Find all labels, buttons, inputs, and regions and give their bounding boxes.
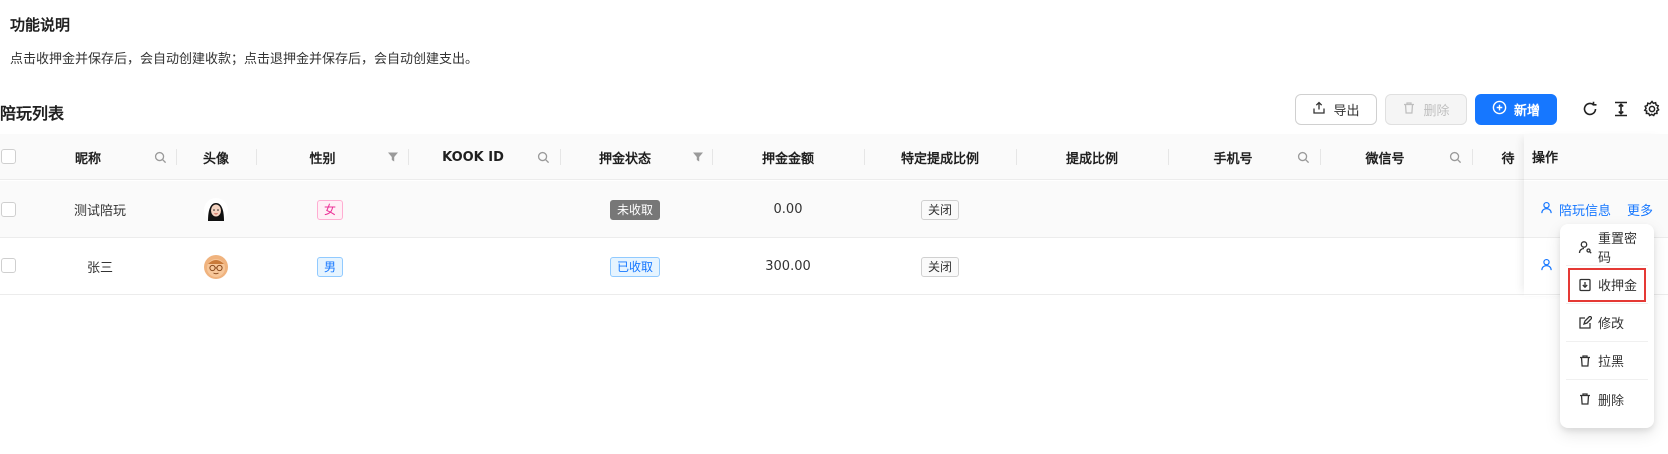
gender-tag: 女 — [316, 199, 343, 220]
gender-cell: 男 — [260, 238, 400, 295]
list-title: 陪玩列表 — [0, 104, 65, 123]
delete-button[interactable]: 删除 — [1385, 94, 1467, 125]
special-ratio-tag: 关闭 — [920, 199, 959, 220]
table-row: 测试陪玩 女 未收取 0.00 关闭 — [0, 181, 1668, 238]
column-special-ratio: 特定提成比例 — [900, 151, 979, 167]
table-row: 张三 男 已收取 300.00 关闭 — [0, 238, 1668, 295]
table-header: 昵称 头像 性别 KOOK ID 押金状态 押金金额 特定提成比例 提成比例 手… — [0, 134, 1668, 180]
gender-tag: 男 — [316, 256, 343, 277]
nickname-cell: 测试陪玩 — [73, 204, 126, 219]
search-icon[interactable] — [1295, 149, 1311, 165]
menu-item-blacklist[interactable]: 拉黑 — [1566, 342, 1648, 380]
column-kook-id: KOOK ID — [442, 149, 504, 165]
delete-label: 删除 — [1423, 104, 1450, 119]
filter-icon[interactable] — [690, 149, 706, 165]
user-icon — [1540, 201, 1553, 218]
export-button[interactable]: 导出 — [1295, 94, 1377, 125]
menu-item-label: 拉黑 — [1598, 355, 1625, 370]
avatar-cell — [176, 181, 256, 238]
companion-info-link[interactable]: 陪玩信息 — [1559, 200, 1611, 219]
kook-id-cell — [408, 181, 560, 238]
gender-cell: 女 — [260, 181, 400, 238]
key-user-icon — [1578, 240, 1592, 254]
avatar-cell — [176, 238, 256, 295]
export-icon — [1312, 101, 1326, 119]
column-deposit-status: 押金状态 — [598, 151, 651, 167]
column-gender: 性别 — [309, 151, 336, 167]
column-phone: 手机号 — [1213, 151, 1253, 167]
column-commission-ratio: 提成比例 — [1065, 151, 1118, 167]
deposit-status-tag: 未收取 — [609, 199, 660, 220]
menu-item-label: 重置密码 — [1598, 231, 1638, 266]
column-nickname: 昵称 — [74, 151, 101, 167]
edit-icon — [1578, 315, 1592, 330]
deposit-status-cell: 未收取 — [560, 181, 710, 238]
plus-circle-icon — [1492, 100, 1507, 119]
row-checkbox[interactable] — [1, 258, 16, 273]
menu-item-delete[interactable]: 删除 — [1566, 380, 1648, 418]
more-link[interactable]: 更多 — [1627, 200, 1653, 219]
search-icon[interactable] — [535, 149, 551, 165]
trash-icon — [1578, 392, 1592, 406]
column-avatar: 头像 — [202, 151, 229, 167]
menu-item-label: 收押金 — [1598, 279, 1638, 294]
feature-title: 功能说明 — [10, 16, 71, 34]
deposit-amount-cell: 300.00 — [765, 259, 811, 274]
nickname-cell: 张三 — [86, 261, 113, 276]
select-all-checkbox[interactable] — [1, 149, 16, 164]
row-checkbox[interactable] — [1, 202, 16, 217]
delete-icon — [1402, 101, 1416, 119]
add-button[interactable]: 新增 — [1475, 94, 1557, 125]
kook-id-cell — [408, 238, 560, 295]
deposit-status-cell: 已收取 — [560, 238, 710, 295]
menu-item-collect-deposit[interactable]: 收押金 — [1566, 266, 1648, 304]
menu-item-label: 修改 — [1598, 317, 1625, 332]
special-ratio-cell: 关闭 — [864, 181, 1016, 238]
deposit-status-tag: 已收取 — [609, 256, 660, 277]
avatar — [203, 254, 229, 280]
user-icon[interactable] — [1540, 258, 1553, 275]
export-label: 导出 — [1333, 104, 1360, 119]
special-ratio-cell: 关闭 — [864, 238, 1016, 295]
column-wechat: 微信号 — [1365, 151, 1405, 167]
menu-item-edit[interactable]: 修改 — [1566, 304, 1648, 342]
avatar — [203, 197, 229, 223]
search-icon[interactable] — [152, 149, 168, 165]
column-height-icon[interactable] — [1611, 99, 1631, 119]
refresh-icon[interactable] — [1580, 99, 1600, 119]
filter-icon[interactable] — [385, 149, 401, 165]
deposit-icon — [1578, 278, 1592, 292]
column-deposit-amount: 押金金额 — [761, 151, 814, 167]
trash-icon — [1578, 354, 1592, 368]
search-icon[interactable] — [1447, 149, 1463, 165]
page: 功能说明 点击收押金并保存后，会自动创建收款；点击退押金并保存后，会自动创建支出… — [0, 0, 1668, 454]
column-pending: 待 — [1501, 151, 1515, 167]
add-label: 新增 — [1513, 104, 1540, 119]
menu-item-reset-password[interactable]: 重置密码 — [1566, 228, 1648, 266]
menu-item-label: 删除 — [1598, 393, 1625, 409]
column-actions: 操作 — [1524, 134, 1668, 180]
special-ratio-tag: 关闭 — [920, 256, 959, 277]
settings-icon[interactable] — [1642, 99, 1662, 119]
more-actions-dropdown: 重置密码 收押金 修改 拉黑 删除 — [1560, 224, 1654, 428]
feature-description: 点击收押金并保存后，会自动创建收款；点击退押金并保存后，会自动创建支出。 — [10, 52, 479, 67]
deposit-amount-cell: 0.00 — [773, 202, 803, 217]
